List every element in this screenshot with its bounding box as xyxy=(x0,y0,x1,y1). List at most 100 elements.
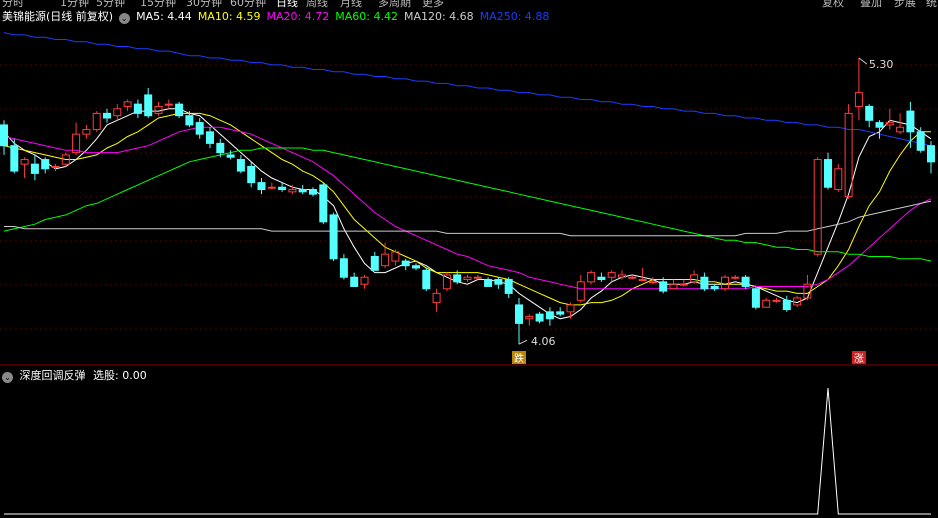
candle-body xyxy=(906,110,915,133)
candle-body xyxy=(731,276,740,279)
candle-body xyxy=(216,142,225,154)
candle-body xyxy=(638,279,647,282)
tab-2[interactable]: 5分钟 xyxy=(96,0,125,8)
candle-body xyxy=(824,159,832,188)
tab-5[interactable]: 60分钟 xyxy=(230,0,266,8)
tab-8[interactable]: 月线 xyxy=(340,0,362,8)
kline-chart[interactable]: 5.30 4.06 跌 涨 xyxy=(0,0,938,518)
candle-body xyxy=(185,115,194,126)
candle xyxy=(721,274,729,292)
candle-body xyxy=(607,272,616,278)
candle xyxy=(329,212,338,262)
toolbar-button-3[interactable]: 统 xyxy=(926,0,937,8)
candle-body xyxy=(267,186,276,189)
candle-body xyxy=(494,279,503,285)
indicator-legend: ⌄ 深度回调反弹 选股: 0.00 xyxy=(2,368,153,384)
candle xyxy=(103,108,111,123)
candle-body xyxy=(133,103,142,114)
candle xyxy=(896,113,905,135)
candle-body xyxy=(360,276,369,285)
candle-body xyxy=(319,184,328,223)
candle xyxy=(298,184,307,195)
candle-body xyxy=(350,276,359,287)
candle-body xyxy=(618,274,626,278)
candle-body xyxy=(566,304,575,313)
candle-body xyxy=(813,159,822,255)
ma-line-ma60 xyxy=(3,147,932,262)
tab-0[interactable]: 分时 xyxy=(2,0,24,8)
toolbar-button-0[interactable]: 复权 xyxy=(822,0,844,8)
ma-legend-items: MA5: 4.44 MA10: 4.59 MA20: 4.72 MA60: 4.42 M… xyxy=(136,10,555,23)
tab-10[interactable]: 更多 xyxy=(422,0,444,8)
candle-body xyxy=(51,165,60,168)
low-price-label: 4.06 xyxy=(531,335,556,348)
tab-3[interactable]: 15分钟 xyxy=(140,0,176,8)
candle xyxy=(494,277,503,289)
candle xyxy=(391,249,400,266)
candle-body xyxy=(298,189,307,193)
candle xyxy=(824,152,832,190)
candle-body xyxy=(154,105,163,114)
candle-body xyxy=(473,276,482,279)
candle xyxy=(504,277,513,298)
tab-1[interactable]: 1分钟 xyxy=(60,0,89,8)
indicator-line xyxy=(4,387,931,515)
candle-body xyxy=(82,129,91,135)
candle xyxy=(412,263,420,271)
candle xyxy=(751,286,760,310)
ma-legend: 美锦能源(日线 前复权) ⌄ MA5: 4.44 MA10: 4.59 MA20: … xyxy=(2,9,561,25)
low-pointer xyxy=(518,339,528,345)
candle-body xyxy=(854,92,863,107)
candle xyxy=(690,270,699,285)
candle-body xyxy=(927,145,935,163)
ma-line-ma5 xyxy=(3,108,932,320)
candle xyxy=(638,268,647,282)
candle xyxy=(92,111,101,132)
candle-body xyxy=(10,145,19,172)
candle-body xyxy=(597,276,606,281)
candle-body xyxy=(484,279,493,287)
candle-body xyxy=(463,276,472,281)
toolbar-button-2[interactable]: 步展 xyxy=(894,0,916,8)
candle-body xyxy=(896,126,905,133)
candle xyxy=(30,154,39,181)
toolbar-button-1[interactable]: 叠加 xyxy=(860,0,882,8)
ma-line-ma20 xyxy=(3,126,932,290)
candle xyxy=(370,251,379,271)
candle xyxy=(545,307,554,326)
candle-body xyxy=(710,285,719,290)
tab-6[interactable]: 日线 xyxy=(276,0,298,8)
indicator-title[interactable]: 深度回调反弹 xyxy=(20,369,86,382)
candle xyxy=(206,127,214,148)
candle xyxy=(164,99,173,109)
tab-9[interactable]: 多周期 xyxy=(378,0,411,8)
candle-body xyxy=(175,103,184,117)
tab-4[interactable]: 30分钟 xyxy=(186,0,222,8)
stock-title[interactable]: 美锦能源(日线 前复权) xyxy=(2,10,113,23)
candle xyxy=(41,157,50,174)
price-annotations: 5.30 4.06 跌 涨 xyxy=(512,57,893,365)
candle-body xyxy=(545,311,554,320)
candle xyxy=(669,279,678,290)
signal-marker-label: 涨 xyxy=(854,353,864,365)
candle-body xyxy=(525,315,534,320)
candle xyxy=(247,161,256,188)
candle-body xyxy=(20,159,29,165)
chevron-down-icon[interactable]: ⌄ xyxy=(118,13,130,24)
candle xyxy=(422,268,431,292)
candle-body xyxy=(690,274,699,283)
tab-7[interactable]: 周线 xyxy=(306,0,328,8)
candle xyxy=(762,298,771,308)
candle-body xyxy=(236,159,245,172)
candle xyxy=(834,164,843,192)
candle-body xyxy=(381,253,390,267)
candle-body xyxy=(432,292,441,304)
candle-body xyxy=(782,299,791,311)
candle xyxy=(731,274,740,280)
candle-body xyxy=(113,108,122,117)
chevron-down-icon[interactable]: ⌄ xyxy=(2,372,13,383)
ma-legend-item: MA60: 4.42 xyxy=(335,10,398,23)
candle-body xyxy=(535,313,544,322)
candle xyxy=(741,274,750,289)
candle xyxy=(360,274,369,289)
